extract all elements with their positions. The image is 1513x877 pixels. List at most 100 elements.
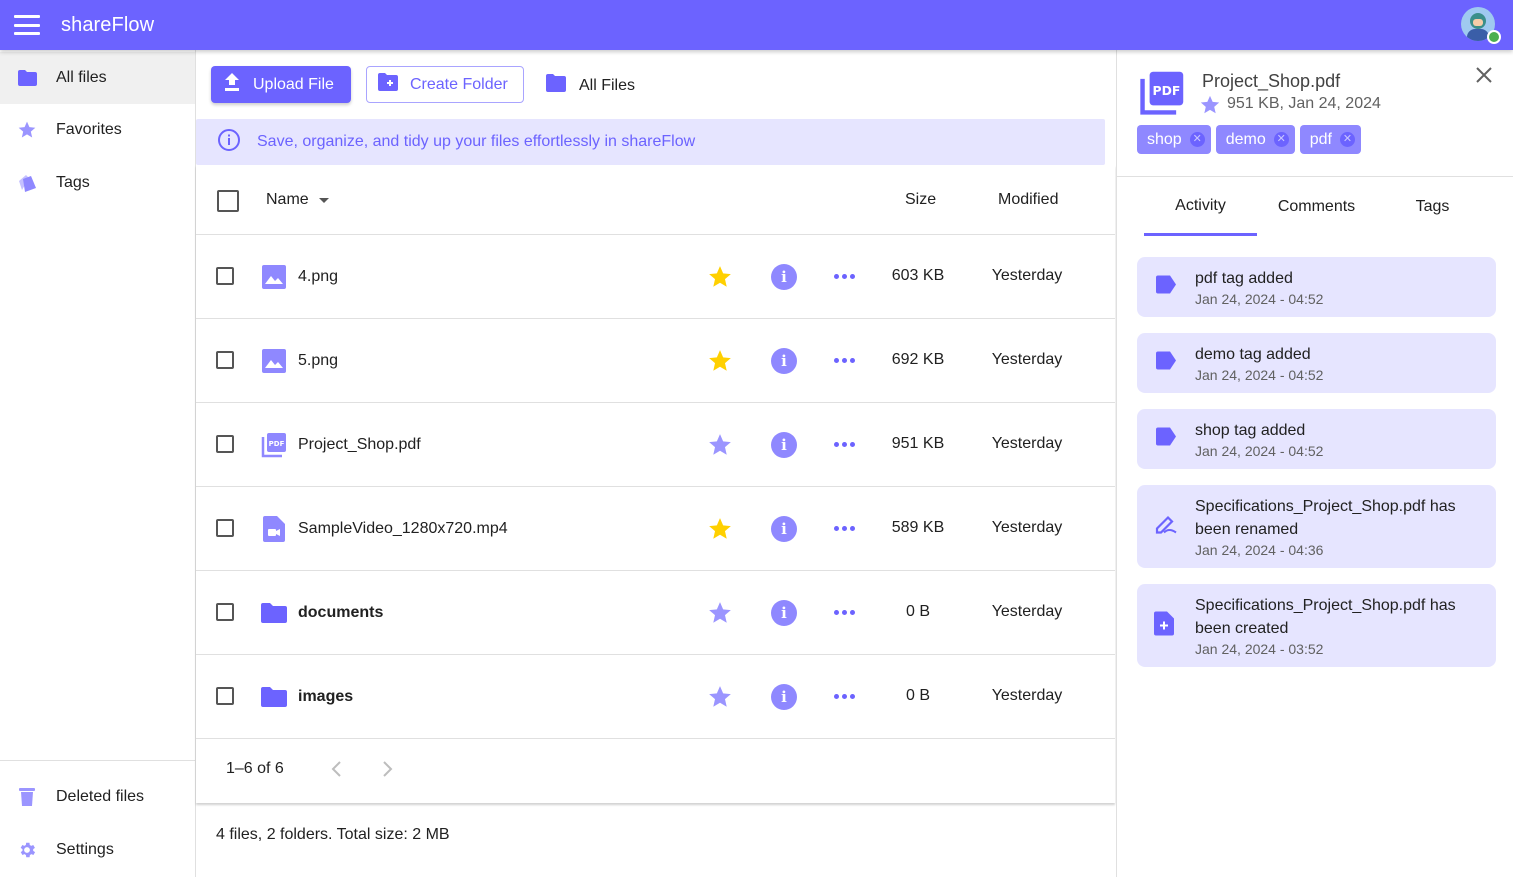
row-checkbox[interactable] [216, 687, 234, 705]
activity-date: Jan 24, 2024 - 03:52 [1195, 641, 1324, 657]
table-row[interactable]: 4.png i 603 KB Yesterday [196, 235, 1115, 319]
more-options-icon[interactable] [834, 610, 855, 615]
row-checkbox[interactable] [216, 351, 234, 369]
sidebar-item-deleted-files[interactable]: Deleted files [0, 771, 195, 823]
file-size: 0 B [905, 603, 930, 620]
breadcrumb[interactable]: All Files [545, 74, 635, 97]
breadcrumb-label: All Files [579, 76, 636, 94]
info-outline-icon [217, 128, 241, 157]
activity-date: Jan 24, 2024 - 04:52 [1195, 443, 1324, 459]
column-header-size[interactable]: Size [905, 191, 936, 209]
info-icon[interactable]: i [771, 516, 797, 542]
select-all-checkbox[interactable] [217, 190, 239, 212]
file-name[interactable]: Project_Shop.pdf [298, 436, 421, 454]
folder-icon [261, 600, 287, 626]
menu-icon[interactable] [14, 15, 40, 35]
folder-name[interactable]: images [298, 688, 353, 706]
app-title: shareFlow [61, 13, 155, 36]
details-panel: PDF Project_Shop.pdf 951 KB, Jan 24, 202… [1116, 50, 1513, 877]
file-name[interactable]: 4.png [298, 268, 338, 286]
tag-icon [1154, 351, 1178, 375]
activity-text: Specifications_Project_Shop.pdf has been… [1195, 498, 1456, 538]
create-folder-label: Create Folder [410, 75, 508, 93]
file-name[interactable]: SampleVideo_1280x720.mp4 [298, 520, 508, 538]
sidebar-item-all-files[interactable]: All files [0, 52, 195, 104]
row-checkbox[interactable] [216, 603, 234, 621]
file-size: 589 KB [891, 519, 945, 536]
more-options-icon[interactable] [834, 358, 855, 363]
more-options-icon[interactable] [834, 274, 855, 279]
favorite-star-icon[interactable] [707, 600, 733, 631]
row-checkbox[interactable] [216, 435, 234, 453]
folder-name[interactable]: documents [298, 604, 383, 622]
upload-file-button[interactable]: Upload File [211, 66, 351, 103]
tag-chip[interactable]: pdf ✕ [1299, 125, 1361, 154]
tag-chip[interactable]: demo ✕ [1215, 125, 1295, 154]
info-banner: Save, organize, and tidy up your files e… [196, 119, 1105, 165]
table-row[interactable]: SampleVideo_1280x720.mp4 i 589 KB Yester… [196, 487, 1115, 571]
activity-item: shop tag added Jan 24, 2024 - 04:52 [1137, 409, 1496, 469]
tab-comments[interactable]: Comments [1260, 178, 1373, 236]
sidebar-item-label: Settings [56, 841, 114, 858]
info-icon[interactable]: i [771, 600, 797, 626]
create-folder-button[interactable]: Create Folder [366, 66, 524, 103]
folder-icon [17, 68, 37, 88]
image-icon [261, 264, 287, 290]
gear-icon [17, 840, 37, 860]
tab-tags[interactable]: Tags [1376, 178, 1489, 236]
tag-chip[interactable]: shop ✕ [1137, 125, 1211, 154]
table-row[interactable]: documents i 0 B Yesterday [196, 571, 1115, 655]
chevron-right-icon[interactable] [379, 759, 395, 784]
video-file-icon [261, 516, 287, 542]
activity-text: Specifications_Project_Shop.pdf has been… [1195, 597, 1456, 637]
info-icon[interactable]: i [771, 432, 797, 458]
more-options-icon[interactable] [834, 526, 855, 531]
folder-icon [261, 684, 287, 710]
sidebar-item-settings[interactable]: Settings [0, 824, 195, 876]
sidebar-item-favorites[interactable]: Favorites [0, 104, 195, 156]
file-modified: Yesterday [991, 351, 1063, 368]
table-row[interactable]: images i 0 B Yesterday [196, 655, 1115, 739]
tags-icon [17, 173, 37, 193]
tab-activity[interactable]: Activity [1144, 178, 1257, 236]
favorite-star-icon[interactable] [1199, 94, 1221, 121]
table-row[interactable]: 5.png i 692 KB Yesterday [196, 319, 1115, 403]
favorite-star-icon[interactable] [707, 516, 733, 547]
remove-tag-icon[interactable]: ✕ [1339, 132, 1355, 147]
sort-by-name[interactable]: Name [266, 191, 329, 209]
activity-date: Jan 24, 2024 - 04:52 [1195, 291, 1324, 307]
table-row[interactable]: PDF Project_Shop.pdf i 951 KB Yesterday [196, 403, 1115, 487]
panel-divider [1117, 176, 1513, 177]
favorite-star-icon[interactable] [707, 264, 733, 295]
close-icon[interactable] [1474, 65, 1494, 85]
table-header: Name Size Modified [196, 165, 1115, 235]
info-icon[interactable]: i [771, 264, 797, 290]
activity-item: Specifications_Project_Shop.pdf has been… [1137, 584, 1496, 667]
remove-tag-icon[interactable]: ✕ [1273, 132, 1289, 147]
file-size: 0 B [905, 687, 930, 704]
favorite-star-icon[interactable] [707, 432, 733, 463]
info-icon[interactable]: i [771, 348, 797, 374]
activity-item: demo tag added Jan 24, 2024 - 04:52 [1137, 333, 1496, 393]
row-checkbox[interactable] [216, 519, 234, 537]
row-checkbox[interactable] [216, 267, 234, 285]
banner-text: Save, organize, and tidy up your files e… [257, 133, 696, 150]
info-icon[interactable]: i [771, 684, 797, 710]
sidebar: All files Favorites Tags Deleted files S… [0, 50, 196, 877]
tag-chip-label: pdf [1309, 130, 1332, 148]
remove-tag-icon[interactable]: ✕ [1189, 132, 1205, 147]
favorite-star-icon[interactable] [707, 684, 733, 715]
file-name[interactable]: 5.png [298, 352, 338, 370]
sidebar-item-label: Tags [56, 174, 90, 191]
sidebar-item-tags[interactable]: Tags [0, 157, 195, 209]
chevron-left-icon[interactable] [329, 759, 345, 784]
tag-chip-label: demo [1225, 130, 1266, 148]
favorite-star-icon[interactable] [707, 348, 733, 379]
activity-item: pdf tag added Jan 24, 2024 - 04:52 [1137, 257, 1496, 317]
more-options-icon[interactable] [834, 442, 855, 447]
column-header-modified[interactable]: Modified [998, 191, 1058, 209]
details-tabs: Activity Comments Tags [1144, 178, 1494, 236]
file-modified: Yesterday [991, 603, 1063, 620]
more-options-icon[interactable] [834, 694, 855, 699]
main-content: Upload File Create Folder All Files Save… [196, 50, 1116, 877]
